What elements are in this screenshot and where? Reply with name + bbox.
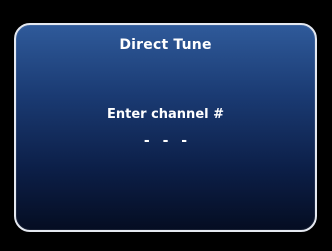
channel-entry-field[interactable]: - - - bbox=[16, 133, 315, 149]
channel-prompt: Enter channel # bbox=[106, 107, 225, 122]
screen: Direct Tune Enter channel # - - - bbox=[0, 0, 332, 251]
direct-tune-dialog: Direct Tune Enter channel # - - - bbox=[14, 23, 317, 232]
dialog-title: Direct Tune bbox=[119, 37, 212, 53]
